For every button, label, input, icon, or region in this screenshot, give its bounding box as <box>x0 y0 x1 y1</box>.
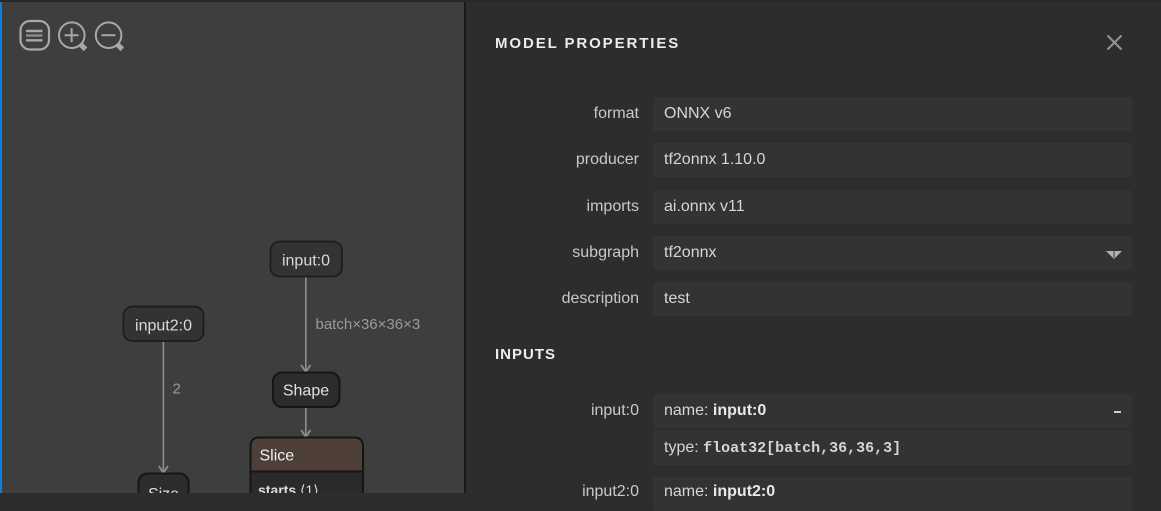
svg-text:input:0: input:0 <box>282 253 330 270</box>
svg-text:Shape: Shape <box>283 383 329 400</box>
svg-text:starts: starts <box>258 482 296 493</box>
svg-text:⟨1⟩: ⟨1⟩ <box>300 482 319 493</box>
svg-text:Size: Size <box>148 486 179 493</box>
svg-text:batch×36×36×3: batch×36×36×3 <box>316 316 421 333</box>
svg-text:input2:0: input2:0 <box>135 318 192 335</box>
svg-text:2: 2 <box>173 381 181 398</box>
svg-text:Slice: Slice <box>260 448 295 465</box>
